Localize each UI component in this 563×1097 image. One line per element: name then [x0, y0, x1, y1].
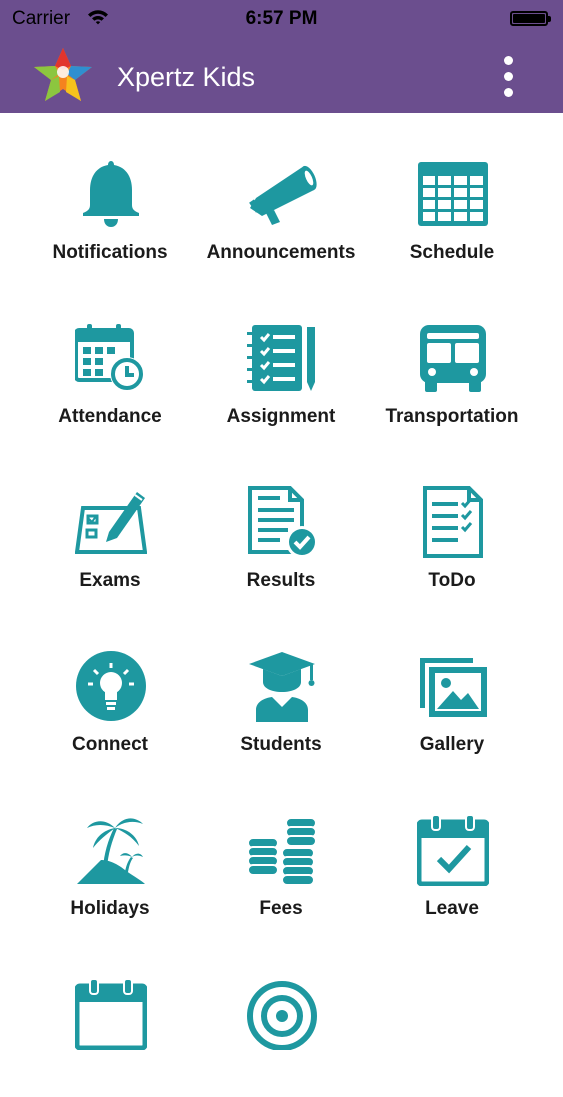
- calendar-clock-icon: [74, 322, 147, 394]
- coin-stacks-icon: [246, 814, 318, 886]
- checklist-notebook-icon: [246, 322, 318, 394]
- menu-item-label: Transportation: [385, 406, 519, 427]
- menu-item-label: Schedule: [409, 242, 495, 263]
- menu-item-students[interactable]: Students: [187, 605, 375, 769]
- menu-item-label: Fees: [259, 898, 303, 919]
- menu-item-exams[interactable]: Exams: [16, 441, 204, 605]
- menu-item-leave[interactable]: Leave: [358, 769, 546, 933]
- menu-item-label: Notifications: [52, 242, 168, 263]
- todo-list-icon: [417, 486, 489, 558]
- menu-item-label: Attendance: [58, 406, 162, 427]
- menu-item-label: Exams: [79, 570, 141, 591]
- bell-icon: [75, 158, 147, 230]
- menu-item-attendance[interactable]: Attendance: [16, 277, 204, 441]
- graduation-cap-icon: [246, 650, 318, 722]
- menu-item-label: Holidays: [70, 898, 150, 919]
- menu-item-todo[interactable]: ToDo: [358, 441, 546, 605]
- calendar-icon: [74, 978, 148, 1051]
- app-title: Xpertz Kids: [117, 62, 256, 92]
- menu-item-announcements[interactable]: Announcements: [187, 113, 375, 277]
- battery-icon: [510, 11, 551, 26]
- menu-item-calendar[interactable]: [16, 933, 204, 1097]
- table-icon: [417, 158, 489, 230]
- menu-item-schedule[interactable]: Schedule: [358, 113, 546, 277]
- calendar-check-icon: [416, 814, 490, 887]
- bus-icon: [417, 322, 489, 394]
- menu-item-label: Connect: [72, 734, 148, 755]
- menu-item-label: Students: [240, 734, 322, 755]
- palm-island-icon: [75, 814, 147, 886]
- document-check-icon: [246, 486, 318, 558]
- menu-item-label: ToDo: [428, 570, 476, 591]
- app-logo-icon: [30, 44, 96, 106]
- menu-item-results[interactable]: Results: [187, 441, 375, 605]
- menu-item-notifications[interactable]: Notifications: [16, 113, 204, 277]
- menu-item-label: Gallery: [419, 734, 485, 755]
- menu-item-label: Leave: [425, 898, 479, 919]
- menu-item-label: Results: [246, 570, 316, 591]
- menu-grid: Notifications Announcements Schedule Att…: [0, 113, 563, 1051]
- lightbulb-icon: [75, 650, 147, 722]
- megaphone-icon: [246, 158, 318, 230]
- menu-item-label: Announcements: [206, 242, 356, 263]
- overflow-menu-button[interactable]: [494, 56, 524, 98]
- menu-item-label: Assignment: [226, 406, 336, 427]
- target-icon: [246, 978, 318, 1051]
- menu-item-connect[interactable]: Connect: [16, 605, 204, 769]
- exam-pencil-icon: [74, 486, 148, 558]
- menu-item-assignment[interactable]: Assignment: [187, 277, 375, 441]
- menu-item-holidays[interactable]: Holidays: [16, 769, 204, 933]
- clock: 6:57 PM: [245, 8, 318, 29]
- menu-item-transportation[interactable]: Transportation: [358, 277, 546, 441]
- app-header: Carrier 6:57 PM Xpertz Kids: [0, 0, 563, 113]
- menu-item-gallery[interactable]: Gallery: [358, 605, 546, 769]
- status-bar: Carrier 6:57 PM: [0, 0, 563, 38]
- menu-item-target[interactable]: [187, 933, 375, 1097]
- photo-gallery-icon: [417, 650, 489, 722]
- menu-item-fees[interactable]: Fees: [187, 769, 375, 933]
